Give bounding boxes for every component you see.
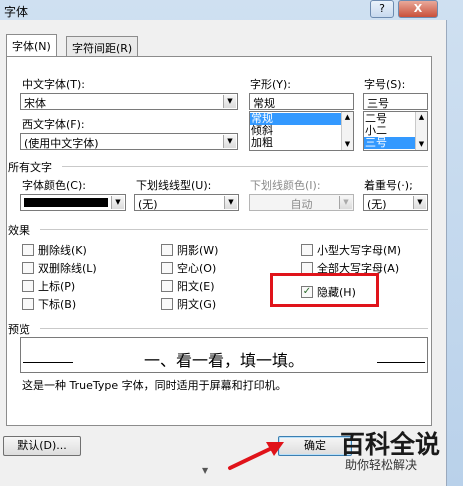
emboss-checkbox[interactable]: 阳文(E) [161, 278, 215, 293]
section-divider [40, 328, 428, 329]
font-dialog-window: 字体 ? X 字体(N) 字符间距(R) 中文字体(T): 宋体 ▼ 西文字体(… [0, 0, 463, 486]
checkbox-label: 下标(B) [38, 298, 77, 311]
chinese-font-value: 宋体 [24, 97, 46, 110]
checkbox-box[interactable] [161, 280, 173, 292]
chevron-down-icon[interactable]: ▼ [111, 196, 124, 209]
preview-box: 一、看一看，填一填。 [20, 337, 428, 373]
checkbox-label: 小型大写字母(M) [317, 244, 402, 257]
underline-color-label: 下划线颜色(I): [250, 179, 321, 192]
checkbox-label: 空心(O) [177, 262, 217, 275]
size-list-scrollbar[interactable]: ▲ ▼ [415, 112, 427, 150]
chinese-font-label: 中文字体(T): [22, 78, 86, 91]
chevron-up-icon[interactable]: ▲ [342, 112, 353, 123]
small-caps-checkbox[interactable]: 小型大写字母(M) [301, 242, 402, 257]
caret-down-icon: ▼ [202, 466, 209, 475]
help-button[interactable]: ? [370, 0, 394, 18]
style-option[interactable]: 加粗 [250, 137, 353, 149]
western-font-value: (使用中文字体) [24, 137, 99, 150]
font-color-select[interactable]: ▼ [20, 194, 126, 211]
preview-note: 这是一种 TrueType 字体，同时适用于屏幕和打印机。 [22, 379, 287, 392]
underline-style-value: (无) [138, 198, 158, 211]
size-label: 字号(S): [364, 78, 406, 91]
annotation-arrow-icon [228, 442, 284, 470]
checkbox-label: 阴文(G) [177, 298, 217, 311]
preview-sample-text: 一、看一看，填一填。 [143, 351, 304, 370]
chinese-font-select[interactable]: 宋体 ▼ [20, 93, 238, 110]
chevron-down-icon[interactable]: ▼ [339, 196, 352, 209]
checkbox-box[interactable] [22, 280, 34, 292]
shadow-checkbox[interactable]: 阴影(W) [161, 242, 219, 257]
underline-color-select[interactable]: 自动 ▼ [249, 194, 354, 211]
preview-rule-right [377, 362, 425, 363]
close-button[interactable]: X [398, 0, 438, 18]
window-title: 字体 [4, 5, 29, 19]
checkbox-box[interactable] [161, 298, 173, 310]
checkbox-box[interactable] [301, 244, 313, 256]
title-bar: 字体 ? X [0, 0, 463, 20]
font-color-label: 字体颜色(C): [22, 179, 86, 192]
section-divider [62, 166, 428, 167]
checkbox-box[interactable] [161, 244, 173, 256]
emphasis-label: 着重号(·); [364, 179, 413, 192]
style-list[interactable]: 常规 倾斜 加粗 ▲ ▼ [249, 111, 354, 151]
chevron-down-icon[interactable]: ▼ [342, 139, 353, 150]
checkbox-box[interactable] [22, 298, 34, 310]
chevron-up-icon[interactable]: ▲ [416, 112, 427, 123]
chevron-down-icon[interactable]: ▼ [224, 196, 237, 209]
emphasis-value: (无) [367, 198, 387, 211]
western-font-select[interactable]: (使用中文字体) ▼ [20, 133, 238, 150]
checkbox-label: 阴影(W) [177, 244, 219, 257]
emphasis-select[interactable]: (无) ▼ [363, 194, 428, 211]
size-input[interactable]: 三号 [363, 93, 428, 110]
checkbox-box[interactable] [22, 262, 34, 274]
style-value: 常规 [253, 97, 275, 110]
chevron-down-icon[interactable]: ▼ [223, 95, 236, 108]
checkbox-box[interactable] [161, 262, 173, 274]
chevron-down-icon[interactable]: ▼ [223, 135, 236, 148]
checkbox-label: 上标(P) [38, 280, 76, 293]
checkbox-label: 删除线(K) [38, 244, 87, 257]
subscript-checkbox[interactable]: 下标(B) [22, 296, 77, 311]
watermark-slogan: 助你轻松解决 [345, 458, 418, 472]
checkbox-label: 双删除线(L) [38, 262, 97, 275]
default-button[interactable]: 默认(D)... [3, 436, 81, 456]
chevron-down-icon[interactable]: ▼ [416, 139, 427, 150]
tab-character-spacing[interactable]: 字符间距(R) [66, 36, 139, 56]
all-text-section-label: 所有文字 [8, 161, 52, 174]
tab-font[interactable]: 字体(N) [6, 34, 57, 56]
checkbox-box[interactable] [22, 244, 34, 256]
underline-style-select[interactable]: (无) ▼ [134, 194, 239, 211]
font-color-swatch [24, 198, 108, 207]
size-value: 三号 [367, 97, 389, 110]
style-input[interactable]: 常规 [249, 93, 354, 110]
western-font-label: 西文字体(F): [22, 118, 85, 131]
underline-style-label: 下划线线型(U): [136, 179, 212, 192]
checkbox-label: 阳文(E) [177, 280, 215, 293]
underline-color-value: 自动 [290, 198, 313, 211]
size-list[interactable]: 二号 小二 三号 ▲ ▼ [363, 111, 428, 151]
effects-section-label: 效果 [8, 224, 30, 237]
style-label: 字形(Y): [250, 78, 292, 91]
double-strikethrough-checkbox[interactable]: 双删除线(L) [22, 260, 97, 275]
preview-section-label: 预览 [8, 323, 30, 336]
superscript-checkbox[interactable]: 上标(P) [22, 278, 76, 293]
strikethrough-checkbox[interactable]: 删除线(K) [22, 242, 87, 257]
section-divider [40, 229, 428, 230]
dialog-client: 字体(N) 字符间距(R) 中文字体(T): 宋体 ▼ 西文字体(F): (使用… [0, 20, 447, 486]
style-list-scrollbar[interactable]: ▲ ▼ [341, 112, 353, 150]
chevron-down-icon[interactable]: ▼ [413, 196, 426, 209]
all-caps-checkbox[interactable]: 全部大写字母(A) [301, 260, 399, 275]
engrave-checkbox[interactable]: 阴文(G) [161, 296, 217, 311]
hidden-option-highlight [270, 273, 379, 307]
outline-checkbox[interactable]: 空心(O) [161, 260, 217, 275]
